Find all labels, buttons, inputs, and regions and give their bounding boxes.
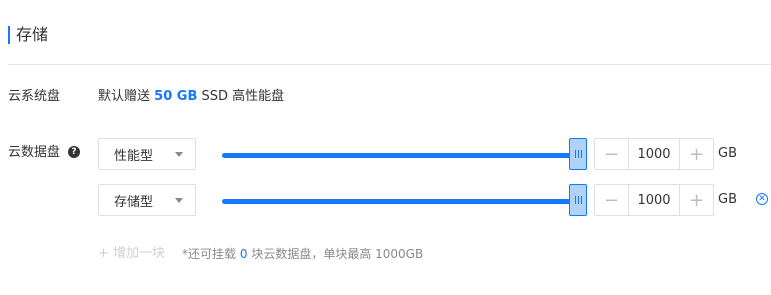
system-disk-desc-prefix: 默认赠送 xyxy=(98,89,151,104)
quota-note-suffix: 块云数据盘，单块最高 1000GB xyxy=(251,247,424,261)
section-accent-bar xyxy=(8,26,10,44)
system-disk-desc-suffix: SSD 高性能盘 xyxy=(201,89,285,104)
disk-type-select[interactable]: 性能型 xyxy=(98,138,196,170)
quota-note-prefix: *还可挂载 xyxy=(182,247,237,261)
data-disk-quota-note: *还可挂载 0 块云数据盘，单块最高 1000GB xyxy=(182,246,423,262)
quota-remaining-count: 0 xyxy=(239,247,248,261)
disk-size-slider-track[interactable] xyxy=(222,153,578,158)
section-title: 存储 xyxy=(16,25,49,44)
question-circle-icon[interactable]: ? xyxy=(68,146,80,158)
caret-down-icon xyxy=(175,152,183,157)
disk-type-value: 存储型 xyxy=(114,194,154,210)
disk-type-select[interactable]: 存储型 xyxy=(98,184,196,216)
disk-type-value: 性能型 xyxy=(114,148,154,164)
disk-size-stepper[interactable]: − 1000 + xyxy=(594,184,714,216)
disk-size-input[interactable]: 1000 xyxy=(629,185,679,215)
system-disk-size: 50 GB xyxy=(154,89,198,104)
caret-down-icon xyxy=(175,198,183,203)
decrement-button[interactable]: − xyxy=(595,185,629,215)
remove-disk-icon[interactable]: ✕ xyxy=(756,193,768,205)
system-disk-label: 云系统盘 xyxy=(8,89,61,104)
disk-size-slider-handle[interactable] xyxy=(569,184,587,216)
disk-size-slider-track[interactable] xyxy=(222,199,578,204)
disk-size-unit: GB xyxy=(718,146,737,161)
decrement-button[interactable]: − xyxy=(595,139,629,169)
data-disk-label: 云数据盘 xyxy=(8,145,61,160)
disk-size-slider-handle[interactable] xyxy=(569,138,587,170)
increment-button[interactable]: + xyxy=(679,139,713,169)
grip-icon xyxy=(574,150,582,158)
system-disk-description: 默认赠送 50 GB SSD 高性能盘 xyxy=(98,89,284,105)
add-disk-button[interactable]: + 增加一块 xyxy=(98,246,165,262)
disk-size-stepper[interactable]: − 1000 + xyxy=(594,138,714,170)
section-divider xyxy=(8,64,771,65)
disk-size-unit: GB xyxy=(718,192,737,207)
increment-button[interactable]: + xyxy=(679,185,713,215)
grip-icon xyxy=(574,196,582,204)
disk-size-input[interactable]: 1000 xyxy=(629,139,679,169)
